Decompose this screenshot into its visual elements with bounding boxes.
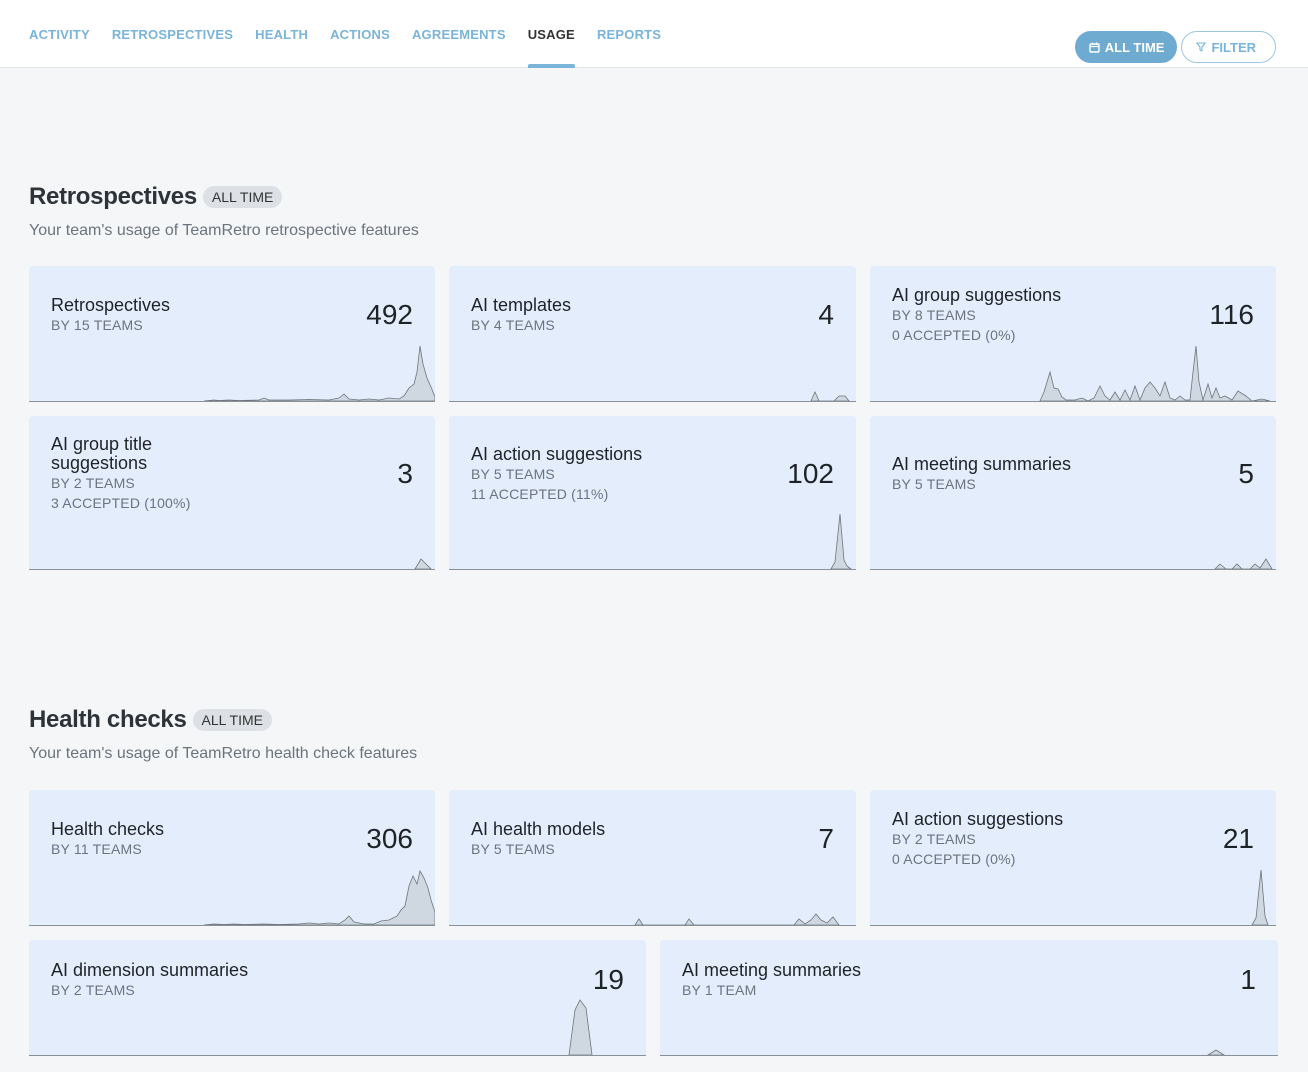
sparkline bbox=[660, 1049, 1278, 1056]
usage-card-retrospectives: Retrospectives BY 15 TEAMS 492 bbox=[29, 266, 435, 402]
tab-health[interactable]: HEALTH bbox=[255, 0, 308, 68]
card-title: AI group title suggestions bbox=[51, 434, 153, 473]
card-value: 116 bbox=[1209, 299, 1254, 330]
sparkline bbox=[449, 391, 856, 402]
usage-card-ai-health-meeting-summaries: AI meeting summaries BY 1 TEAM 1 bbox=[660, 940, 1278, 1056]
tab-actions[interactable]: ACTIONS bbox=[330, 0, 390, 68]
card-title: AI health models bbox=[471, 818, 606, 839]
card-title: Health checks bbox=[51, 818, 165, 839]
sparkline bbox=[870, 558, 1276, 570]
sparkline bbox=[870, 345, 1276, 402]
tab-list: ACTIVITY RETROSPECTIVES HEALTH ACTIONS A… bbox=[29, 0, 661, 68]
card-title: AI dimension summaries bbox=[51, 959, 249, 980]
card-value: 492 bbox=[366, 299, 413, 330]
usage-card-ai-action-suggestions: AI action suggestions BY 5 TEAMS 11 ACCE… bbox=[449, 416, 856, 570]
health-section-subtitle: Your team's usage of TeamRetro health ch… bbox=[29, 745, 418, 762]
card-title: AI meeting summaries bbox=[682, 959, 862, 980]
usage-card-ai-meeting-summaries: AI meeting summaries BY 5 TEAMS 5 bbox=[870, 416, 1276, 570]
card-value: 5 bbox=[1238, 458, 1254, 489]
tab-reports[interactable]: REPORTS bbox=[597, 0, 661, 68]
card-title: AI templates bbox=[471, 294, 572, 315]
tab-activity[interactable]: ACTIVITY bbox=[29, 0, 90, 68]
usage-card-ai-health-action-suggestions: AI action suggestions BY 2 TEAMS 0 ACCEP… bbox=[870, 790, 1276, 926]
sparkline bbox=[870, 869, 1276, 926]
retro-range-badge: ALL TIME bbox=[202, 186, 283, 208]
health-section-title: Health checks bbox=[29, 706, 187, 733]
card-title: AI action suggestions bbox=[892, 808, 1064, 829]
card-teams: BY 8 TEAMS bbox=[892, 306, 976, 323]
tab-retrospectives[interactable]: RETROSPECTIVES bbox=[112, 0, 233, 68]
card-title: AI meeting summaries bbox=[892, 453, 1072, 474]
card-teams: BY 5 TEAMS bbox=[471, 465, 555, 482]
card-teams: BY 5 TEAMS bbox=[892, 475, 976, 492]
filter-button[interactable]: FILTER bbox=[1181, 31, 1276, 63]
sparkline bbox=[29, 558, 435, 570]
filter-icon bbox=[1196, 42, 1207, 52]
card-value: 7 bbox=[818, 823, 834, 854]
filter-label: FILTER bbox=[1211, 39, 1256, 55]
card-title: AI group suggestions bbox=[892, 284, 1062, 305]
card-teams: BY 15 TEAMS bbox=[51, 316, 143, 333]
sparkline bbox=[449, 913, 856, 926]
calendar-icon bbox=[1089, 42, 1100, 53]
sparkline bbox=[29, 999, 646, 1056]
sparkline bbox=[29, 869, 435, 926]
card-teams: BY 11 TEAMS bbox=[51, 840, 142, 857]
health-section-header: Health checks ALL TIME bbox=[29, 706, 272, 734]
tab-usage[interactable]: USAGE bbox=[527, 0, 576, 68]
retro-section-header: Retrospectives ALL TIME bbox=[29, 183, 283, 211]
card-value: 4 bbox=[818, 299, 834, 330]
card-value: 1 bbox=[1240, 964, 1256, 995]
card-teams: BY 2 TEAMS bbox=[51, 475, 135, 491]
health-range-badge: ALL TIME bbox=[192, 709, 272, 731]
tab-agreements[interactable]: AGREEMENTS bbox=[412, 0, 506, 68]
sparkline bbox=[29, 345, 435, 402]
usage-card-ai-health-models: AI health models BY 5 TEAMS 7 bbox=[449, 790, 856, 926]
retro-section-title: Retrospectives bbox=[29, 183, 197, 210]
card-accepted: 11 ACCEPTED (11%) bbox=[471, 485, 609, 502]
top-nav-bar: ACTIVITY RETROSPECTIVES HEALTH ACTIONS A… bbox=[0, 0, 1308, 68]
usage-card-ai-dimension-summaries: AI dimension summaries BY 2 TEAMS 19 bbox=[29, 940, 646, 1056]
usage-card-ai-group-suggestions: AI group suggestions BY 8 TEAMS 0 ACCEPT… bbox=[870, 266, 1276, 402]
date-range-label: ALL TIME bbox=[1104, 39, 1165, 55]
top-actions: ALL TIME FILTER bbox=[1074, 31, 1276, 63]
card-value: 3 bbox=[397, 458, 413, 489]
card-title: Retrospectives bbox=[51, 294, 171, 315]
retro-section-subtitle: Your team's usage of TeamRetro retrospec… bbox=[29, 222, 419, 239]
sparkline bbox=[449, 513, 856, 570]
date-range-button[interactable]: ALL TIME bbox=[1074, 31, 1178, 63]
card-title: AI action suggestions bbox=[471, 443, 643, 464]
card-value: 21 bbox=[1222, 823, 1254, 854]
usage-card-ai-templates: AI templates BY 4 TEAMS 4 bbox=[449, 266, 856, 402]
card-teams: BY 4 TEAMS bbox=[471, 316, 555, 333]
usage-card-health-checks: Health checks BY 11 TEAMS 306 bbox=[29, 790, 435, 926]
card-value: 102 bbox=[787, 458, 834, 489]
usage-card-ai-group-title-suggestions: AI group title suggestions BY 2 TEAMS 3 … bbox=[29, 416, 435, 570]
card-value: 19 bbox=[592, 964, 624, 995]
card-value: 306 bbox=[366, 823, 413, 854]
card-teams: BY 2 TEAMS bbox=[892, 830, 976, 847]
card-teams: BY 5 TEAMS bbox=[471, 840, 555, 857]
